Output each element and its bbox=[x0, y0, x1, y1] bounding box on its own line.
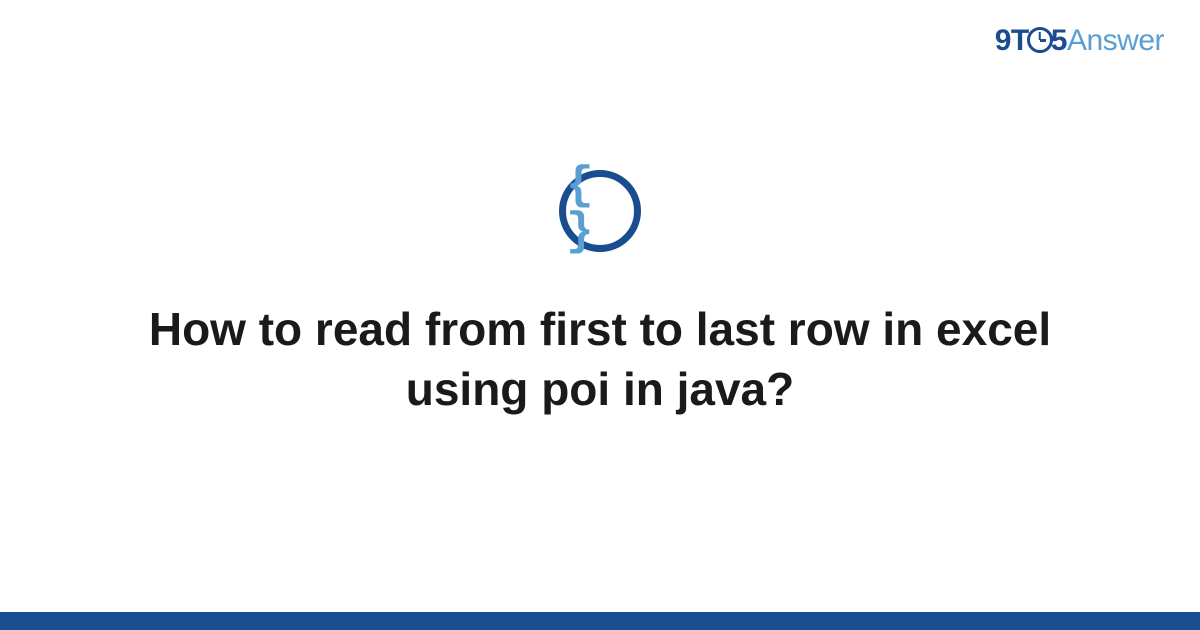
question-title: How to read from first to last row in ex… bbox=[120, 300, 1080, 420]
main-content: { } How to read from first to last row i… bbox=[0, 0, 1200, 630]
code-braces-icon: { } bbox=[566, 163, 634, 255]
footer-accent-bar bbox=[0, 612, 1200, 630]
category-icon-circle: { } bbox=[559, 170, 641, 252]
